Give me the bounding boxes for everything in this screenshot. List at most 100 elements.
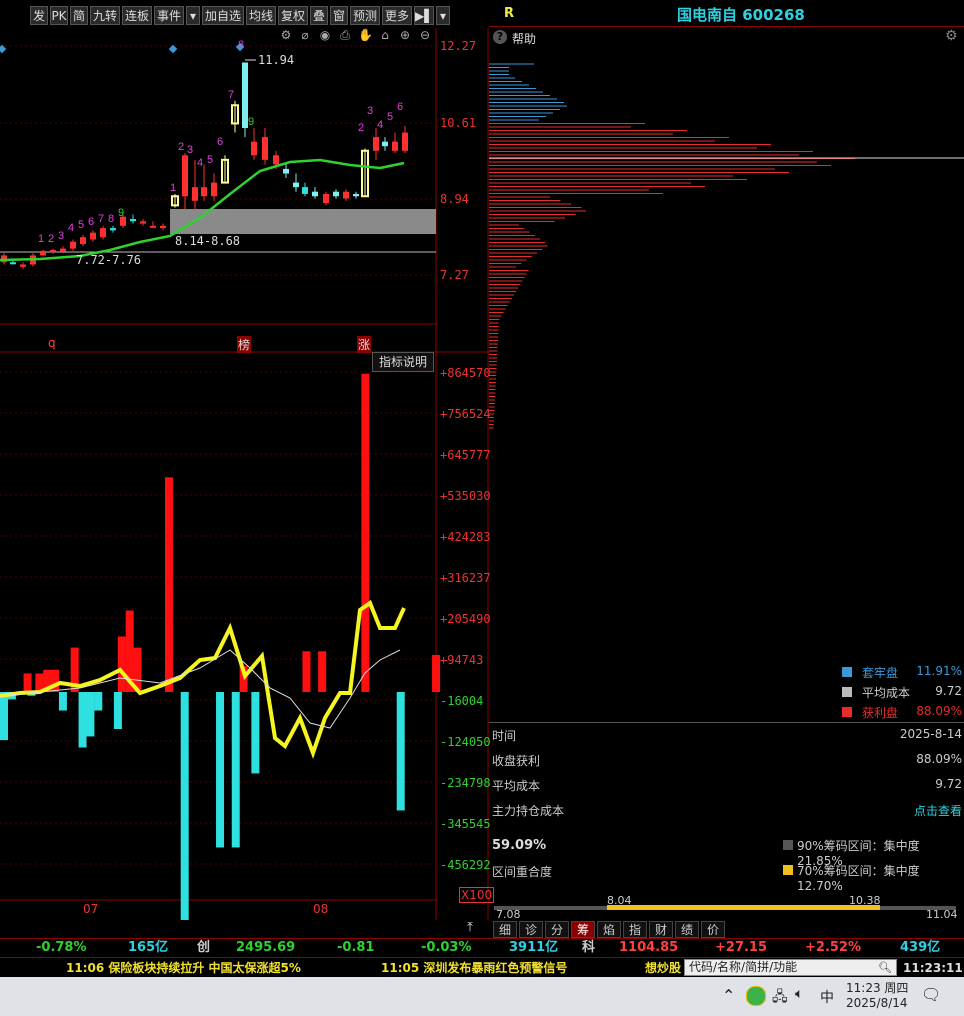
indicator-bar xyxy=(361,373,370,692)
candle-body xyxy=(373,137,379,151)
search-input[interactable]: 代码/名称/简拼/功能 🔍︎ xyxy=(684,959,897,976)
candle-body xyxy=(273,155,279,165)
indicator-tick: +424283 xyxy=(440,530,491,544)
candle-body xyxy=(262,137,268,160)
sequence-number: 2 xyxy=(178,141,184,153)
candle-body xyxy=(402,132,408,151)
status-value: 3911亿 xyxy=(509,940,559,955)
candle-body xyxy=(323,193,329,204)
indicator-help-button[interactable]: 指标说明 xyxy=(372,352,434,372)
overlap-pct: 59.09% xyxy=(492,838,547,853)
toolbar-button[interactable]: ▶▌ xyxy=(414,6,434,25)
right-tab[interactable]: 绩 xyxy=(675,921,699,938)
candle-body xyxy=(150,225,156,228)
toolbar-button[interactable]: 窗 xyxy=(330,6,348,25)
candle-body xyxy=(343,191,349,199)
right-tab[interactable]: 价 xyxy=(701,921,725,938)
notification-icon[interactable]: 🗨︎ xyxy=(921,985,941,1004)
toolbar-button[interactable]: PK xyxy=(50,6,68,25)
swatch xyxy=(842,687,852,697)
kline-chart[interactable]: 1 2 34 5 6 7 8 912 34 56789 23456 xyxy=(0,28,489,920)
indicator-bar xyxy=(117,636,126,692)
sequence-number: 1 xyxy=(38,233,44,245)
toolbar-button[interactable]: 发 xyxy=(30,6,48,25)
indicator-bar xyxy=(58,692,67,711)
sequence-number: 1 xyxy=(170,182,176,194)
toolbar-button[interactable]: 加自选 xyxy=(202,6,244,25)
toolbar-button[interactable]: 预测 xyxy=(350,6,380,25)
clock: 11:23:11 xyxy=(903,961,963,975)
price-tick: 12.27 xyxy=(440,39,477,53)
marker-q[interactable]: q xyxy=(48,336,56,350)
taskbar-time[interactable]: 11:23 周四 xyxy=(846,979,908,996)
right-tab[interactable]: 分 xyxy=(545,921,569,938)
candle-body xyxy=(302,187,308,194)
sequence-number: 6 xyxy=(88,216,94,228)
swatch xyxy=(842,707,852,717)
indicator-bar xyxy=(302,651,311,692)
volume-icon[interactable]: 🔈︎ xyxy=(795,986,803,1002)
toolbar-button[interactable]: 简 xyxy=(70,6,88,25)
network-icon[interactable]: 🖧 xyxy=(772,986,788,1010)
news-item[interactable]: 11:05 深圳发布暴雨红色预警信号 xyxy=(381,959,567,977)
toolbar-button[interactable]: ▾ xyxy=(186,6,200,25)
toolbar-button[interactable]: 更多 xyxy=(382,6,412,25)
ime-indicator[interactable]: 中 xyxy=(820,987,834,1007)
help-icon[interactable]: ? xyxy=(493,30,507,44)
indicator-bar xyxy=(231,692,240,848)
high-price-label: 11.94 xyxy=(258,53,295,67)
chevron-up-icon[interactable]: ⌃ xyxy=(722,986,735,1005)
sequence-number: 8 xyxy=(108,213,114,225)
candle-body xyxy=(382,141,388,147)
right-tab[interactable]: 诊 xyxy=(519,921,543,938)
zone-label: 8.14-8.68 xyxy=(175,234,241,248)
right-tab[interactable]: 细 xyxy=(493,921,517,938)
app-tray-icon[interactable] xyxy=(746,986,766,1006)
toolbar-button[interactable]: 连板 xyxy=(122,6,152,25)
toolbar-button[interactable]: 叠 xyxy=(310,6,328,25)
stock-title: 国电南自 600268 xyxy=(677,6,805,24)
indicator-bar xyxy=(23,673,32,692)
right-tab[interactable]: 财 xyxy=(649,921,673,938)
indicator-bar xyxy=(180,692,189,920)
taskbar-date[interactable]: 2025/8/14 xyxy=(846,996,908,1010)
right-tab[interactable]: 筹 xyxy=(571,921,595,938)
indicator-tick: +316237 xyxy=(440,571,491,585)
toolbar-button[interactable]: ▾ xyxy=(436,6,450,25)
indicator-tick: -345545 xyxy=(440,817,491,831)
right-tab[interactable]: 指 xyxy=(623,921,647,938)
candle-body xyxy=(20,264,26,267)
candle-body xyxy=(110,228,116,231)
gear-icon[interactable]: ⚙ xyxy=(945,28,958,44)
multiplier-badge: X100 xyxy=(459,887,495,903)
right-tab[interactable]: 焰 xyxy=(597,921,621,938)
news-item[interactable]: 11:06 保险板块持续拉升 中国太保涨超5% xyxy=(66,959,301,977)
indicator-tick: +535030 xyxy=(440,489,491,503)
marker-zhang[interactable]: 涨 xyxy=(357,336,372,353)
news-item[interactable]: 想炒股 xyxy=(645,959,681,977)
toolbar-button[interactable]: 复权 xyxy=(278,6,308,25)
sequence-number: 2 xyxy=(358,122,364,134)
candle-body xyxy=(80,237,86,245)
toolbar-button[interactable]: 九转 xyxy=(90,6,120,25)
toolbar-button[interactable]: 均线 xyxy=(246,6,276,25)
toolbar-button[interactable]: 事件 xyxy=(154,6,184,25)
candle-body xyxy=(50,249,56,252)
scroll-top-icon[interactable]: ⤒ xyxy=(459,920,481,936)
help-label[interactable]: 帮助 xyxy=(512,30,536,47)
indicator-tick: +645777 xyxy=(440,448,491,462)
price-tick: 10.61 xyxy=(440,116,477,130)
marker-bang[interactable]: 榜 xyxy=(237,336,252,353)
sequence-number: 9 xyxy=(118,207,124,219)
candle-body xyxy=(283,168,289,174)
candle-body xyxy=(353,193,359,197)
legend-avg-cost: 平均成本 9.72 xyxy=(842,684,962,700)
candle-body xyxy=(293,182,299,188)
search-icon[interactable]: 🔍︎ xyxy=(878,960,892,975)
status-value: 科 xyxy=(582,940,596,955)
view-link[interactable]: 点击查看 xyxy=(914,802,962,819)
support-zone xyxy=(170,209,436,234)
candle-body xyxy=(90,232,96,240)
indicator-tick: +205490 xyxy=(440,612,491,626)
indicator-bar xyxy=(86,692,95,737)
